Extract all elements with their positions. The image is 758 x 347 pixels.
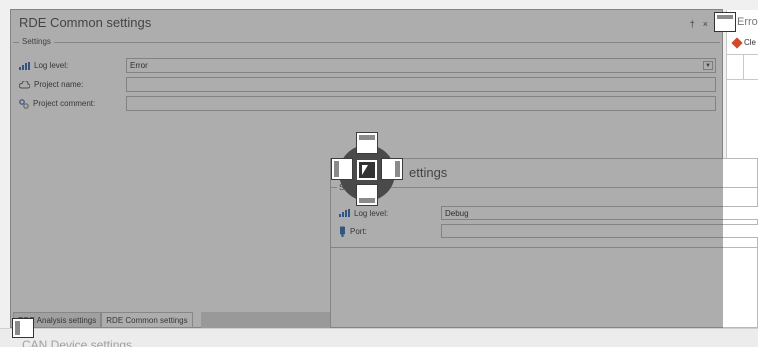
eraser-icon — [731, 36, 743, 49]
dock-right-target[interactable] — [381, 158, 403, 180]
error-list-panel: Erro Cle — [726, 10, 758, 160]
can-device-settings-panel: CAN Device settings — [0, 328, 758, 347]
dock-left-target[interactable] — [331, 158, 353, 180]
error-list-title: Erro — [737, 16, 758, 28]
dock-top-target[interactable] — [356, 132, 378, 154]
clear-button[interactable]: Cle — [731, 36, 757, 49]
mouse-cursor-icon — [362, 165, 368, 175]
can-device-settings-title: CAN Device settings — [22, 338, 133, 347]
dock-outer-left-target[interactable] — [12, 318, 34, 338]
dock-outer-top-target[interactable] — [714, 12, 736, 32]
clear-button-label: Cle — [744, 38, 757, 47]
dock-bottom-target[interactable] — [356, 184, 378, 206]
error-list-grid — [727, 54, 758, 160]
